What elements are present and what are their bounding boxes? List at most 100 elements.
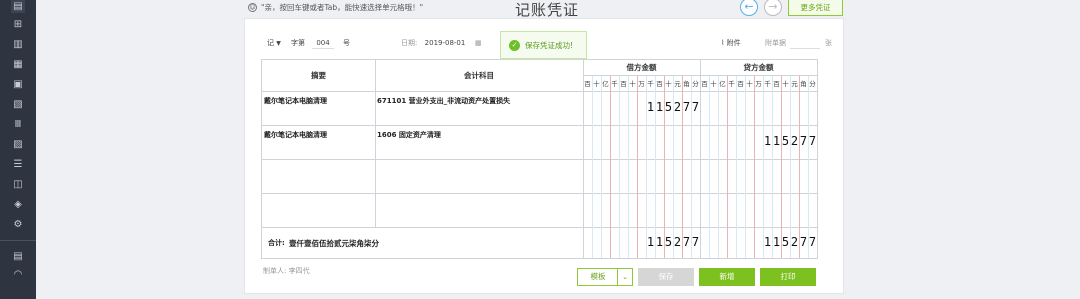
amount-unit: 元	[791, 80, 798, 88]
add-voucher-icon[interactable]: ⊞	[11, 18, 25, 31]
home-icon[interactable]: ▤	[11, 0, 25, 13]
maker-label: 制单人: 李四代	[263, 267, 310, 275]
doc-count-unit: 张	[825, 39, 832, 47]
chevron-down-icon: ▼	[276, 40, 281, 47]
amount-digit: 7	[691, 100, 700, 114]
amount-unit: 十	[665, 80, 672, 88]
number-suffix: 号	[343, 39, 350, 47]
amount-unit: 千	[728, 80, 735, 88]
amount-digit: 2	[673, 235, 682, 249]
amount-digit: 5	[781, 134, 790, 148]
amount-unit: 十	[782, 80, 789, 88]
word-number-label: 字第	[291, 39, 305, 47]
asset-icon[interactable]: ☰	[11, 158, 25, 171]
account-cell[interactable]: 671101 营业外支出_非流动资产处置损失	[377, 96, 510, 106]
amount-unit: 亿	[719, 80, 726, 88]
amount-digit: 2	[790, 235, 799, 249]
amount-digit: 1	[646, 235, 655, 249]
prev-voucher-button[interactable]: ←	[740, 0, 758, 16]
save-button[interactable]: 保存	[638, 268, 694, 286]
column-divider	[700, 227, 701, 258]
column-divider	[583, 227, 584, 258]
dashboard-icon[interactable]: ◠	[11, 268, 25, 281]
settings-icon[interactable]: ⚙	[11, 218, 25, 231]
summary-cell[interactable]: 戴尔笔记本电脑清理	[264, 96, 327, 106]
tax-icon[interactable]: ◫	[11, 178, 25, 191]
voucher-number-input[interactable]: 004	[312, 37, 334, 49]
report-icon[interactable]: ▧	[11, 98, 25, 111]
invoice-icon[interactable]: ▨	[11, 138, 25, 151]
print-button[interactable]: 打印	[760, 268, 816, 286]
arrow-right-icon: →	[768, 0, 778, 13]
amount-unit: 万	[755, 80, 762, 88]
amount-unit: 十	[710, 80, 717, 88]
amount-unit: 百	[584, 80, 591, 88]
amount-digit: 7	[682, 100, 691, 114]
total-label: 合计:	[268, 239, 285, 247]
amount-digit: 1	[763, 134, 772, 148]
sidebar: ▤ ⊞ ▥ ▦ ▣ ▧ Ⅲ ▨ ☰ ◫ ◈ ⚙ ▤ ◠	[0, 0, 36, 299]
voucher-word: 记	[267, 39, 274, 47]
calendar-icon[interactable]: ▦	[475, 36, 482, 50]
voucher-table: 摘要 会计科目 借方金额 贷方金额 百十亿千百十万千百十元角分百十亿千百十万千百…	[261, 59, 818, 259]
more-vouchers-button[interactable]: 更多凭证	[788, 0, 843, 16]
date-input[interactable]: 2019-08-01	[421, 37, 469, 49]
hint-text: "亲，按回车键或者Tab，能快速选择单元格哦！"	[261, 3, 424, 12]
new-button[interactable]: 新增	[699, 268, 755, 286]
smile-icon: ☺	[248, 3, 257, 12]
amount-unit: 元	[674, 80, 681, 88]
voucher-word-select[interactable]: 记 ▼	[267, 36, 281, 51]
amount-digit: 7	[799, 134, 808, 148]
amount-digit: 7	[799, 235, 808, 249]
toast-text: 保存凭证成功!	[525, 40, 574, 50]
amount-unit: 千	[611, 80, 618, 88]
table-row[interactable]	[262, 193, 817, 227]
template-button[interactable]: 模板 ⌄	[577, 268, 633, 286]
bank-icon[interactable]: Ⅲ	[11, 118, 25, 131]
export-icon[interactable]: ▤	[11, 250, 25, 263]
arrow-left-icon: ←	[744, 0, 754, 13]
amount-unit: 万	[638, 80, 645, 88]
chart-icon[interactable]: ▥	[11, 38, 25, 51]
amount-unit: 百	[701, 80, 708, 88]
amount-unit: 十	[746, 80, 753, 88]
amount-digit: 5	[781, 235, 790, 249]
shield-icon[interactable]: ◈	[11, 198, 25, 211]
amount-digit: 2	[790, 134, 799, 148]
account-header: 会计科目	[464, 71, 494, 80]
doc-count-input[interactable]	[790, 37, 820, 49]
attachment-button[interactable]: ⌇ 附件	[721, 36, 741, 50]
account-cell[interactable]: 1606 固定资产清理	[377, 130, 441, 140]
save-success-toast: ✓ 保存凭证成功!	[500, 31, 587, 59]
credit-header: 贷方金额	[743, 63, 774, 72]
amount-unit: 百	[656, 80, 663, 88]
next-voucher-button[interactable]: →	[764, 0, 782, 16]
amount-unit: 分	[692, 80, 699, 88]
sidebar-divider	[0, 240, 36, 241]
amount-digit: 5	[664, 235, 673, 249]
calendar-icon[interactable]: ▣	[11, 78, 25, 91]
amount-digit: 1	[655, 100, 664, 114]
amount-unit: 千	[647, 80, 654, 88]
table-row[interactable]: 戴尔笔记本电脑清理 671101 营业外支出_非流动资产处置损失 1 1 5 2 7 7	[262, 91, 817, 125]
paperclip-icon: ⌇	[721, 39, 725, 47]
amount-unit: 百	[620, 80, 627, 88]
amount-digit: 1	[772, 134, 781, 148]
amount-unit: 亿	[602, 80, 609, 88]
table-row[interactable]	[262, 159, 817, 193]
amount-unit: 十	[629, 80, 636, 88]
amount-digit: 2	[673, 100, 682, 114]
amount-unit: 分	[809, 80, 816, 88]
amount-digit: 1	[772, 235, 781, 249]
attachment-label: 附件	[726, 39, 741, 47]
summary-cell[interactable]: 戴尔笔记本电脑清理	[264, 130, 327, 140]
table-row[interactable]: 戴尔笔记本电脑清理 1606 固定资产清理 1 1 5 2 7 7	[262, 125, 817, 159]
page-title: 记账凭证	[515, 1, 580, 19]
ledger-icon[interactable]: ▦	[11, 58, 25, 71]
chevron-down-icon[interactable]: ⌄	[617, 269, 632, 285]
amount-unit: 千	[764, 80, 771, 88]
row-divider	[262, 227, 817, 228]
amount-digit: 1	[655, 235, 664, 249]
amount-digit: 1	[763, 235, 772, 249]
amount-digit: 7	[682, 235, 691, 249]
